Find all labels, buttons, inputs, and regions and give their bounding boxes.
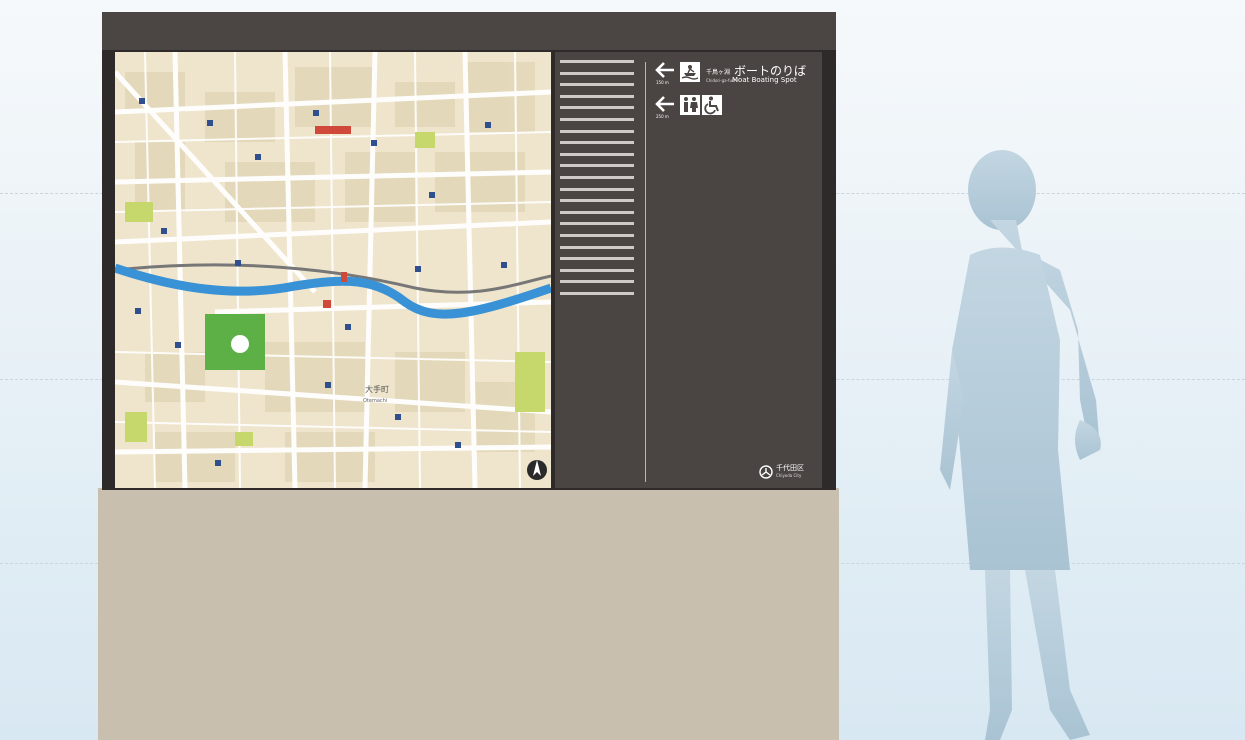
- north-arrow-icon: [527, 460, 547, 480]
- stripe-bar: [560, 234, 634, 237]
- city-jp: 千代田区: [776, 464, 804, 472]
- sign-base: [98, 488, 839, 740]
- stripe-panel: [555, 52, 645, 488]
- city-en: Chiyoda City: [776, 473, 802, 478]
- stripe-bar: [560, 94, 634, 98]
- person-silhouette: [940, 150, 1101, 740]
- left-arrow-icon: [655, 96, 675, 116]
- stripe-bar: [560, 210, 634, 214]
- stripe-bar: [560, 257, 634, 261]
- stripe-bar: [560, 222, 634, 226]
- toilet-icon: [680, 95, 700, 115]
- stripe-bar: [560, 268, 634, 272]
- city-emblem-icon: [759, 464, 773, 483]
- signage-rendering: 大手町 Otemachi 150 m 千鳥ヶ淵 ボートのりば Chidori-g…: [0, 0, 1245, 740]
- stripe-bar: [560, 176, 634, 179]
- stripe-bar: [560, 106, 634, 110]
- stripe-bar: [560, 83, 634, 87]
- direction-panel: 150 m 千鳥ヶ淵 ボートのりば Chidori-ga-fuchi Moat …: [645, 52, 822, 488]
- city-map: 大手町 Otemachi: [115, 52, 551, 488]
- stripe-bar: [560, 164, 634, 168]
- stripe-bar: [560, 118, 634, 121]
- stripe-bar: [560, 129, 634, 133]
- map-panel: 大手町 Otemachi: [115, 52, 551, 488]
- stripe-bar: [560, 141, 634, 145]
- sign-top-cap: [102, 12, 836, 50]
- wheelchair-icon: [702, 95, 722, 115]
- stripe-bar: [560, 280, 634, 284]
- boat-en: Moat Boating Spot: [732, 76, 797, 84]
- stripe-bar: [560, 152, 634, 156]
- left-arrow-icon: [655, 62, 675, 82]
- stripe-bar: [560, 60, 634, 63]
- panel-divider: [645, 62, 646, 482]
- district-label: 大手町: [365, 384, 389, 394]
- district-label-en: Otemachi: [363, 398, 387, 404]
- toilet-distance: 250 m: [656, 114, 669, 119]
- boat-icon: [680, 62, 700, 82]
- stripe-bar: [560, 292, 634, 295]
- boat-jp-small: 千鳥ヶ淵: [706, 69, 731, 76]
- stripe-bar: [560, 187, 634, 191]
- stripe-bar: [560, 71, 634, 75]
- stripe-bar: [560, 199, 634, 203]
- stripe-bar: [560, 245, 634, 249]
- boat-distance: 150 m: [656, 80, 669, 85]
